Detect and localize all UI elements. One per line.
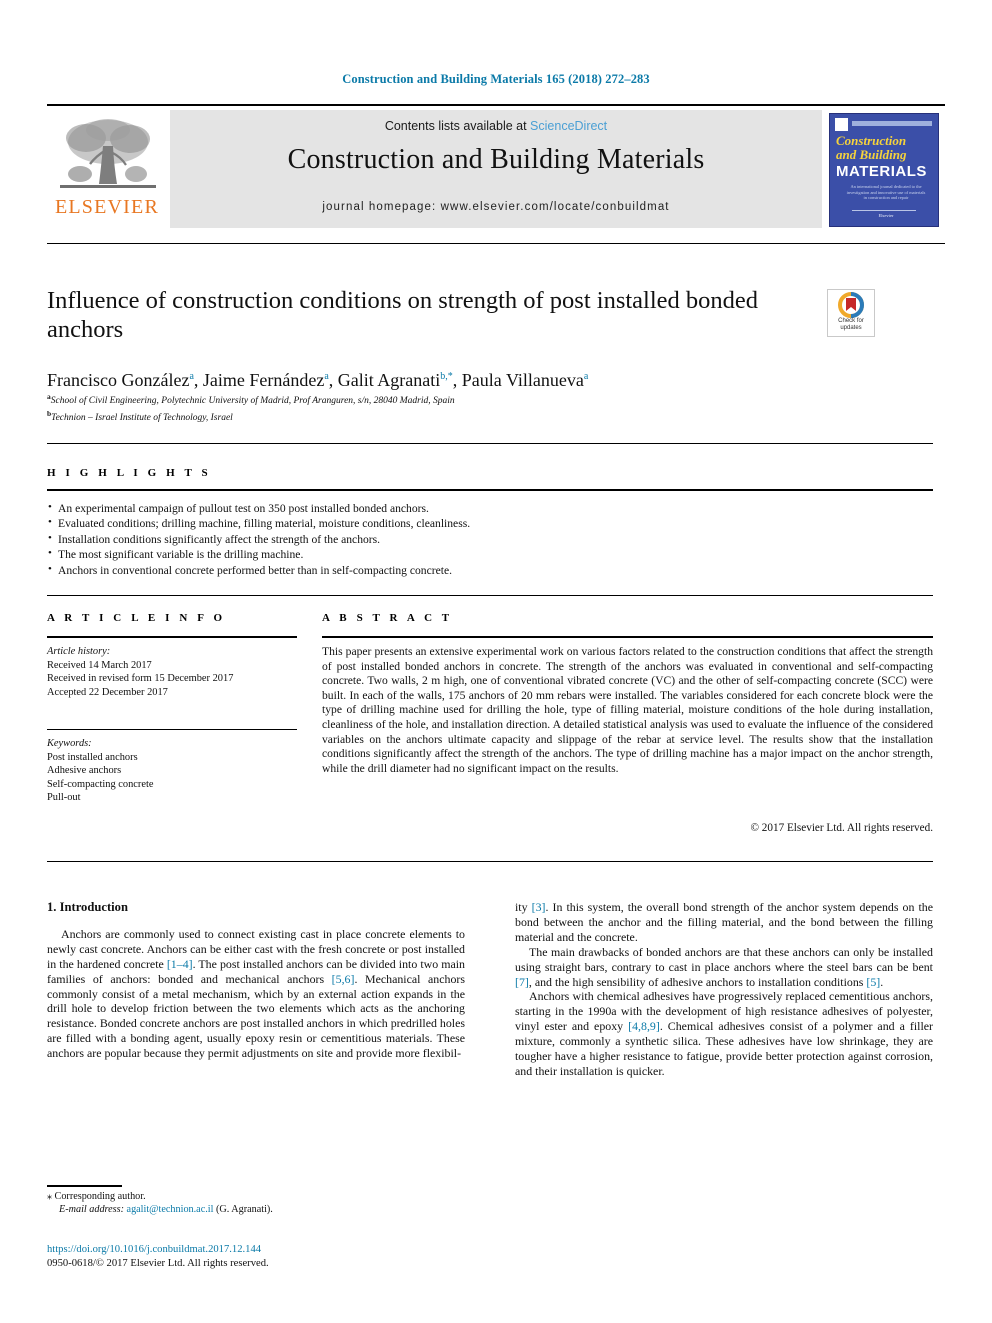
footnote-block: ⁎ Corresponding author. E-mail address: … [47, 1190, 465, 1217]
article-page: Construction and Building Materials 165 … [0, 0, 992, 1323]
email-line: E-mail address: agalit@technion.ac.il (G… [47, 1203, 465, 1216]
contents-prefix: Contents lists available at [384, 119, 531, 133]
keyword-item: Self-compacting concrete [47, 778, 154, 790]
citation-link[interactable]: [3] [532, 900, 546, 914]
abstract-bottom-rule [47, 861, 933, 862]
body-paragraph: ity [3]. In this system, the overall bon… [515, 900, 934, 944]
corresponding-label: Corresponding author. [54, 1191, 146, 1202]
author-1-marks: a [324, 371, 329, 382]
keyword-item: Post installed anchors [47, 751, 138, 763]
affiliation-list: aSchool of Civil Engineering, Polytechni… [47, 391, 837, 424]
article-history-item: Received 14 March 2017 [47, 659, 152, 671]
journal-title: Construction and Building Materials [287, 144, 705, 175]
cover-title-line1: Construction [836, 133, 907, 148]
body-column-right: ity [3]. In this system, the overall bon… [515, 900, 933, 1079]
journal-masthead: ELSEVIER Contents lists available at Sci… [47, 104, 945, 232]
cover-foot-rule [852, 210, 916, 211]
highlights-top-rule [47, 443, 933, 444]
citation-link[interactable]: [4,8,9] [628, 1019, 660, 1033]
contents-line: Contents lists available at ScienceDirec… [170, 119, 822, 133]
abstract-rule [322, 636, 933, 638]
keyword-item: Adhesive anchors [47, 765, 122, 777]
doi-block: https://doi.org/10.1016/j.conbuildmat.20… [47, 1243, 465, 1271]
email-owner: (G. Agranati). [215, 1204, 273, 1216]
highlight-item: Anchors in conventional concrete perform… [47, 562, 933, 578]
citation-link[interactable]: [5,6] [332, 972, 355, 986]
sciencedirect-link[interactable]: ScienceDirect [530, 119, 607, 133]
highlight-item: Installation conditions significantly af… [47, 531, 933, 547]
highlights-heading: H I G H L I G H T S [47, 467, 212, 479]
highlights-heading-wrap: H I G H L I G H T S [47, 463, 933, 481]
highlights-list: An experimental campaign of pullout test… [47, 500, 933, 578]
crossmark-label-line1: Check for [838, 318, 864, 324]
citation-link[interactable]: [7] [515, 975, 529, 989]
article-info-heading: A R T I C L E I N F O [47, 612, 226, 624]
cover-strip [852, 121, 932, 126]
highlight-item: Evaluated conditions; drilling machine, … [47, 515, 933, 531]
title-block: Influence of construction conditions on … [47, 286, 817, 344]
highlights-rule [47, 489, 933, 491]
citation-link[interactable]: [5] [866, 975, 880, 989]
body-column-left: 1. Introduction Anchors are commonly use… [47, 900, 465, 1061]
highlight-item: The most significant variable is the dri… [47, 546, 933, 562]
footnote-rule [47, 1185, 122, 1187]
article-history-label: Article history: [47, 646, 111, 657]
corresponding-author-line: ⁎ Corresponding author. [47, 1190, 465, 1203]
body-paragraph: The main drawbacks of bonded anchors are… [515, 944, 933, 989]
email-link[interactable]: agalit@technion.ac.il [127, 1204, 214, 1215]
author-0-marks: a [189, 371, 194, 382]
cover-title-line3: MATERIALS [836, 163, 927, 180]
highlight-item: An experimental campaign of pullout test… [47, 500, 933, 516]
article-info-rule [47, 636, 297, 638]
page-title: Influence of construction conditions on … [47, 287, 759, 343]
author-0[interactable]: Francisco Gonzáleza [47, 370, 194, 390]
masthead-bottom-rule [47, 243, 945, 244]
article-history: Article history: Received 14 March 2017 … [47, 645, 297, 699]
corresponding-marker: ⁎ [47, 1191, 52, 1202]
cover-inner: Construction and Building MATERIALS An i… [829, 113, 939, 227]
author-3-marks: a [583, 371, 589, 382]
cover-barcode-icon [835, 118, 848, 131]
affiliation-1: bTechnion – Israel Institute of Technolo… [47, 408, 233, 423]
journal-cover-thumbnail: Construction and Building MATERIALS An i… [825, 110, 943, 228]
keywords-block: Keywords: Post installed anchors Adhesiv… [47, 737, 297, 805]
journal-homepage-link[interactable]: journal homepage: www.elsevier.com/locat… [170, 201, 822, 213]
cover-blurb: An international journal dedicated to th… [846, 184, 926, 201]
running-head: Construction and Building Materials 165 … [342, 72, 650, 86]
body-paragraph: Anchors are commonly used to connect exi… [47, 926, 466, 1061]
crossmark-icon [838, 292, 865, 318]
keyword-item: Pull-out [47, 792, 81, 804]
abstract-heading: A B S T R A C T [322, 612, 453, 624]
keywords-label: Keywords: [47, 738, 92, 749]
author-2[interactable]: Galit Agranatib,* [338, 370, 453, 390]
body-paragraph: Anchors with chemical adhesives have pro… [515, 989, 933, 1078]
doi-link[interactable]: https://doi.org/10.1016/j.conbuildmat.20… [47, 1243, 465, 1257]
crossmark-badge[interactable]: Check for updates [827, 289, 875, 337]
article-history-item: Accepted 22 December 2017 [47, 686, 168, 698]
affiliation-0: aSchool of Civil Engineering, Polytechni… [47, 392, 455, 407]
elsevier-logo: ELSEVIER [50, 114, 164, 226]
author-list: Francisco Gonzáleza, Jaime Fernándeza, G… [47, 370, 589, 390]
masthead-center: Contents lists available at ScienceDirec… [170, 110, 822, 228]
abstract-copyright: © 2017 Elsevier Ltd. All rights reserved… [750, 822, 934, 834]
section-title-introduction: 1. Introduction [47, 900, 128, 914]
elsevier-wordmark: ELSEVIER [54, 196, 160, 218]
citation-link[interactable]: [1–4] [167, 957, 193, 971]
author-3[interactable]: Paula Villanuevaa [462, 370, 589, 390]
cover-footer-text: Elsevier [878, 213, 894, 218]
issn-copyright-line: 0950-0618/© 2017 Elsevier Ltd. All right… [47, 1258, 269, 1269]
author-1[interactable]: Jaime Fernándeza [203, 370, 329, 390]
article-history-item: Received in revised form 15 December 201… [47, 673, 234, 685]
crossmark-label-line2: updates [840, 325, 862, 331]
elsevier-tree-icon [60, 119, 156, 188]
keywords-rule [47, 729, 297, 730]
info-top-rule [47, 595, 933, 596]
email-label: E-mail address: [59, 1204, 124, 1216]
author-2-marks: b,* [440, 371, 453, 382]
cover-title-line2: and Building [836, 147, 907, 162]
masthead-top-rule [47, 104, 945, 106]
abstract-text: This paper presents an extensive experim… [322, 645, 933, 775]
crossmark-label: Check for updates [828, 318, 874, 332]
